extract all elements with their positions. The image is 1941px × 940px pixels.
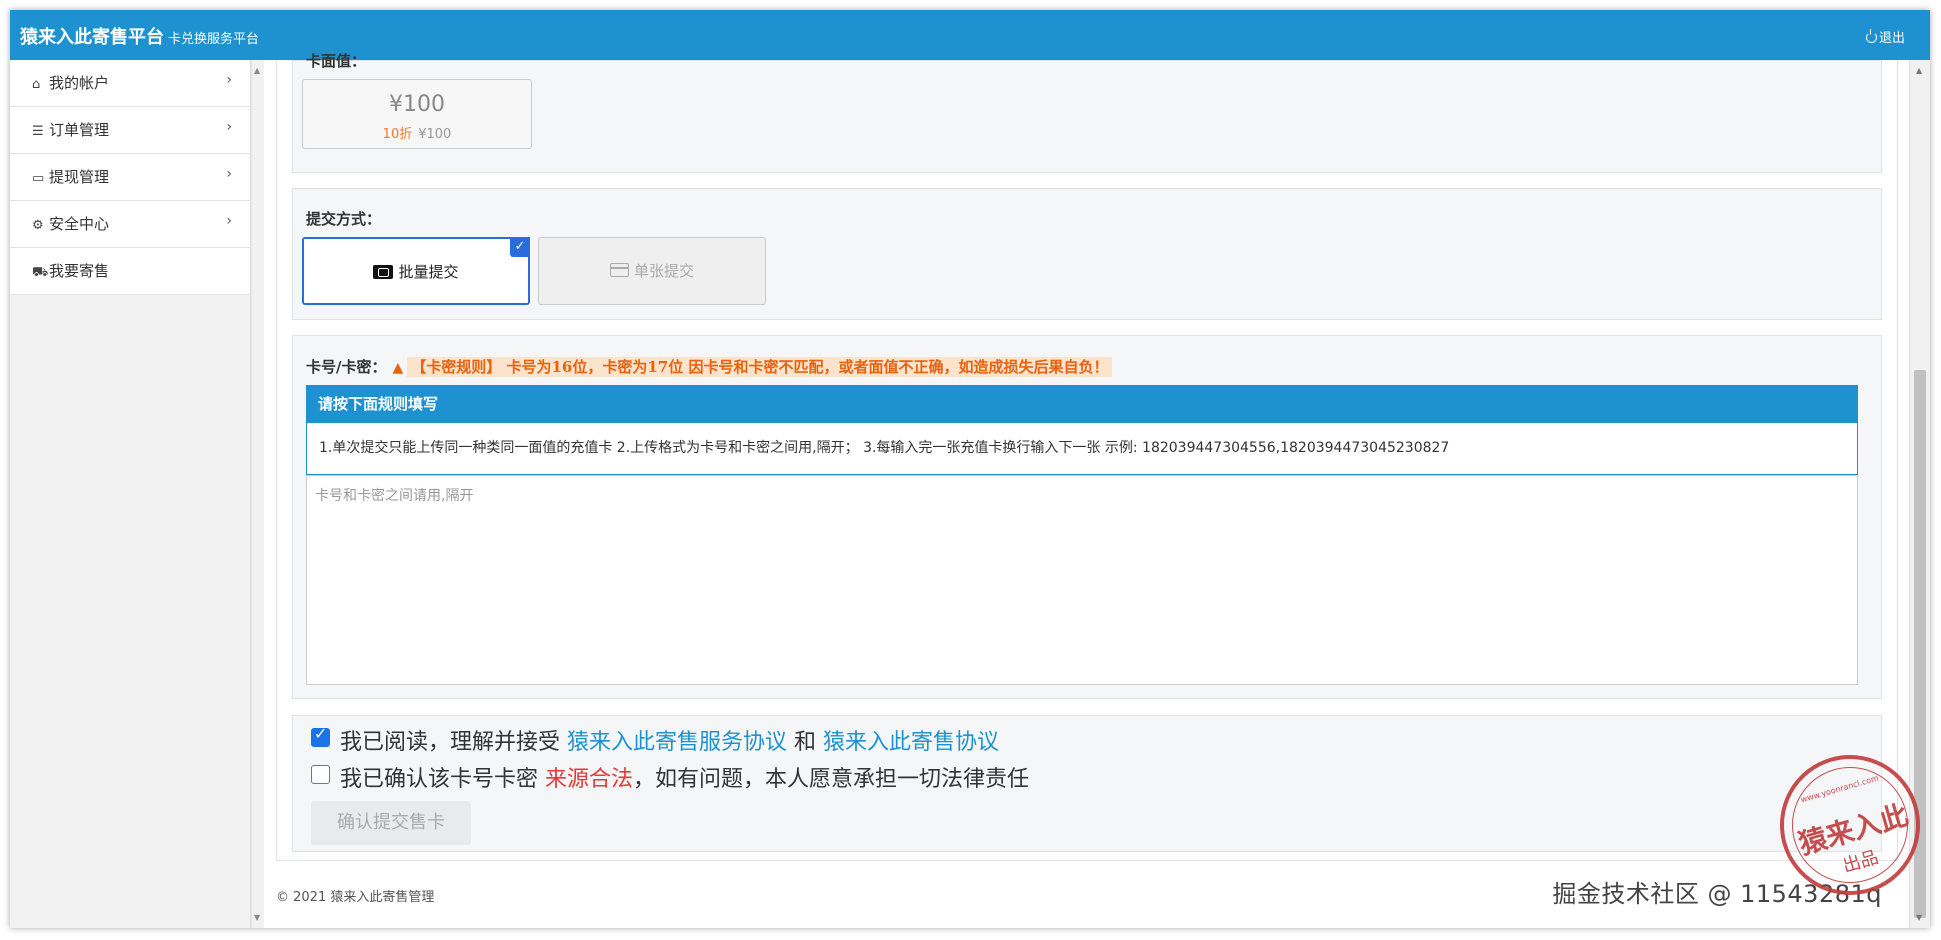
- face-value-option[interactable]: ¥100 10折 ¥100: [302, 79, 532, 149]
- sidebar: ⌂ 我的帐户 › ☰ 订单管理 › ▭ 提现管理 › ⚙ 安全中心 › ⛟我要寄售: [10, 60, 251, 928]
- home-icon: ⌂: [32, 77, 41, 92]
- chevron-right-icon: ›: [226, 119, 232, 135]
- cart-icon: ⛟: [32, 265, 49, 280]
- chevron-right-icon: ›: [226, 213, 232, 229]
- submit-sale-button[interactable]: 确认提交售卡: [311, 801, 471, 845]
- confirm-prefix: 我已确认该卡号卡密: [340, 767, 545, 792]
- card-input-label: 卡号/卡密：: [306, 358, 387, 376]
- single-submit-label: 单张提交: [633, 262, 694, 280]
- agreement-and: 和: [787, 730, 824, 755]
- footer: © 2021 猿来入此寄售管理 掘金技术社区 @ 11543281q: [264, 860, 1910, 928]
- credit-card-icon: ▭: [32, 171, 45, 186]
- rules-text: 1.单次提交只能上传同一种类同一面值的充值卡 2.上传格式为卡号和卡密之间用,隔…: [306, 423, 1858, 475]
- agreement-line-1: 我已阅读，理解并接受 猿来入此寄售服务协议 和 猿来入此寄售协议: [311, 724, 999, 756]
- card-input-panel: 卡号/卡密： ▲ 【卡密规则】 卡号为16位，卡密为17位 因卡号和卡密不匹配，或者…: [292, 335, 1882, 699]
- sidebar-item-label: 提现管理: [49, 168, 110, 186]
- sidebar-item-consign[interactable]: ⛟我要寄售: [10, 248, 250, 295]
- face-value-label: 卡面值：: [306, 52, 367, 70]
- sidebar-item-orders[interactable]: ☰ 订单管理 ›: [10, 107, 250, 154]
- list-icon: ☰: [32, 124, 44, 139]
- submit-mode-panel: 提交方式： 批量提交 ✓ 单张提交: [292, 188, 1882, 320]
- sidebar-item-account[interactable]: ⌂ 我的帐户 ›: [10, 60, 250, 107]
- price-text: ¥100: [418, 127, 452, 142]
- face-value-detail: 10折 ¥100: [303, 123, 531, 142]
- power-icon: [1865, 29, 1877, 43]
- chip-card-icon: [373, 265, 394, 279]
- face-value-panel: 卡面值： ¥100 10折 ¥100: [292, 52, 1882, 173]
- batch-submit-option[interactable]: 批量提交 ✓: [302, 237, 530, 305]
- scroll-down-icon[interactable]: ▼: [254, 913, 260, 922]
- sidebar-item-label: 我要寄售: [49, 262, 110, 280]
- agreement-prefix: 我已阅读，理解并接受: [340, 730, 567, 755]
- credit-card-icon: [609, 263, 629, 277]
- single-submit-option[interactable]: 单张提交: [538, 237, 766, 305]
- selected-check-icon: ✓: [510, 237, 530, 257]
- consign-agreement-link[interactable]: 猿来入此寄售协议: [823, 730, 999, 755]
- top-navbar: 猿来入此寄售平台 卡兑换服务平台 退出: [10, 10, 1930, 60]
- card-input-header: 卡号/卡密： ▲ 【卡密规则】 卡号为16位，卡密为17位 因卡号和卡密不匹配，或者…: [306, 356, 1113, 377]
- form-container: 卡面值： ¥100 10折¥100 提交方式： 批量提交 ✓ 单张提交 卡号/: [276, 52, 1898, 861]
- sidebar-item-label: 我的帐户: [49, 74, 110, 92]
- confirm-suffix: ，如有问题，本人愿意承担一切法律责任: [633, 767, 1030, 792]
- brand-subtitle: 卡兑换服务平台: [168, 32, 260, 47]
- agree-terms-checkbox[interactable]: [311, 724, 330, 747]
- sidebar-item-withdraw[interactable]: ▭ 提现管理 ›: [10, 154, 250, 201]
- agreement-line-2: 我已确认该卡号卡密 来源合法，如有问题，本人愿意承担一切法律责任: [311, 761, 1029, 793]
- legal-source-highlight: 来源合法: [545, 767, 634, 792]
- warning-icon: ▲: [392, 360, 404, 376]
- scroll-down-icon[interactable]: ▼: [1916, 913, 1922, 922]
- logout-label: 退出: [1878, 31, 1905, 46]
- main-content: 卡面值： ¥100 10折¥100 提交方式： 批量提交 ✓ 单张提交 卡号/: [264, 52, 1910, 928]
- submit-mode-label: 提交方式：: [306, 210, 382, 228]
- service-agreement-link[interactable]: 猿来入此寄售服务协议: [567, 730, 787, 755]
- sidebar-scrollbar[interactable]: ▲ ▼: [251, 60, 264, 928]
- rules-title: 请按下面规则填写: [306, 385, 1858, 423]
- batch-submit-label: 批量提交: [398, 263, 459, 281]
- agreement-panel: 我已阅读，理解并接受 猿来入此寄售服务协议 和 猿来入此寄售协议 我已确认该卡号…: [292, 715, 1882, 852]
- sidebar-item-label: 订单管理: [49, 121, 110, 139]
- brand-title[interactable]: 猿来入此寄售平台: [20, 23, 164, 49]
- discount-text: 10折: [382, 127, 413, 142]
- scroll-up-icon[interactable]: ▲: [254, 66, 260, 75]
- gear-icon: ⚙: [32, 218, 44, 233]
- confirm-legal-checkbox[interactable]: [311, 765, 330, 784]
- app-window: 猿来入此寄售平台 卡兑换服务平台 退出 ⌂ 我的帐户 › ☰ 订单管理 › ▭ 提现管…: [10, 10, 1930, 928]
- face-value-amount: ¥100: [389, 92, 445, 117]
- card-rule-warning: 【卡密规则】 卡号为16位，卡密为17位 因卡号和卡密不匹配，或者面值不正确，如…: [407, 357, 1113, 377]
- sidebar-item-label: 安全中心: [49, 215, 110, 233]
- scroll-up-icon[interactable]: ▲: [1916, 66, 1922, 75]
- chevron-right-icon: ›: [226, 72, 232, 88]
- logout-button[interactable]: 退出: [1865, 27, 1905, 46]
- card-input-textarea[interactable]: [306, 475, 1858, 685]
- copyright-text: © 2021 猿来入此寄售管理: [276, 890, 435, 905]
- sidebar-item-security[interactable]: ⚙ 安全中心 ›: [10, 201, 250, 248]
- chevron-right-icon: ›: [226, 166, 232, 182]
